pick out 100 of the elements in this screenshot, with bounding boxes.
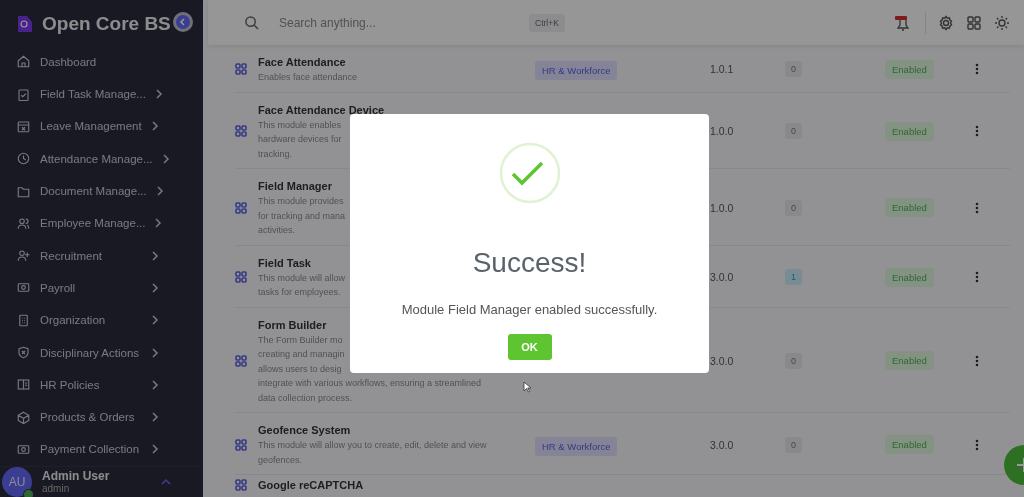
module-description: geofences.: [258, 453, 303, 467]
module-version: 1.0.0: [710, 125, 735, 138]
module-icon: [235, 125, 247, 138]
sidebar-item[interactable]: Dashboard: [0, 45, 203, 78]
usage-count: 1: [785, 269, 802, 285]
module-description: creating and managin: [258, 348, 345, 361]
module-version: 1.0.1: [710, 63, 735, 76]
sidebar-item[interactable]: Attendance Manage...: [0, 142, 203, 175]
chevron-icon: [151, 379, 159, 390]
module-description: hardware devices for: [258, 133, 342, 146]
status-tag: Enabled: [885, 121, 934, 141]
shortcut-hint: Ctrl+K: [529, 13, 565, 32]
more-icon[interactable]: [975, 271, 979, 283]
sun-icon[interactable]: [994, 14, 1010, 31]
module-name: Field Task: [258, 255, 311, 271]
module-version: 3.0.0: [710, 271, 735, 283]
sidebar-item[interactable]: Field Task Manage...: [0, 78, 203, 111]
module-icon: [235, 201, 247, 214]
module-description: tracking.: [258, 147, 292, 161]
sidebar-item[interactable]: Payroll: [0, 271, 203, 305]
module-name: Face Attendance: [258, 55, 346, 70]
chevron-icon: [151, 444, 159, 455]
module-icon: [235, 271, 247, 283]
module-description: allows users to desig: [258, 362, 342, 376]
user-plus-icon: [16, 248, 31, 264]
clipboard-icon: [16, 86, 31, 102]
search-icon: [244, 15, 259, 30]
checkmark-icon: [498, 142, 561, 204]
chevron-icon: [151, 250, 159, 261]
shield-icon: [16, 345, 31, 361]
settings-icon[interactable]: [938, 14, 954, 31]
module-icon: [235, 438, 247, 451]
sidebar-item[interactable]: Recruitment: [0, 239, 203, 272]
more-icon[interactable]: [975, 125, 979, 138]
chevron-icon: [151, 347, 159, 358]
module-version: 3.0.0: [710, 354, 735, 367]
ok-button[interactable]: OK: [507, 334, 552, 360]
more-icon[interactable]: [975, 354, 979, 367]
chevron-icon: [151, 121, 159, 132]
sidebar-item[interactable]: Organization: [0, 304, 203, 337]
sidebar-item[interactable]: Payment Collection: [0, 433, 203, 466]
logo-icon: [16, 14, 34, 35]
cursor-icon: [523, 381, 531, 393]
chevron-icon: [154, 89, 163, 100]
user-avatar[interactable]: AU: [2, 466, 32, 497]
dialog-message: Module Field Manager enabled successfully.: [401, 302, 658, 317]
status-tag: Enabled: [885, 435, 934, 454]
sidebar-item[interactable]: Employee Manage...: [0, 207, 203, 240]
chevron-icon: [161, 153, 170, 164]
user-role: admin: [42, 483, 71, 495]
module-name: Field Manager: [258, 179, 332, 194]
module-icon: [235, 63, 247, 76]
sidebar-item[interactable]: Leave Management: [0, 110, 203, 143]
chevron-icon: [155, 186, 164, 197]
chevron-left-icon: [179, 18, 187, 26]
box-icon: [16, 409, 31, 425]
sidebar-item[interactable]: Products & Orders: [0, 401, 203, 434]
users-icon: [16, 215, 31, 231]
module-description: activities.: [258, 224, 295, 237]
status-tag: Enabled: [885, 59, 934, 79]
grid-icon[interactable]: [966, 14, 982, 31]
module-description: This module will allow you to create, edit, delete and view: [258, 439, 487, 452]
more-icon[interactable]: [975, 201, 979, 214]
module-description: tasks for employees.: [258, 286, 341, 299]
module-name: Google reCAPTCHA: [258, 478, 364, 493]
module-description: This module enables: [258, 118, 342, 132]
chevron-icon: [151, 315, 159, 326]
chevron-icon: [151, 282, 159, 293]
dialog-title: Success!: [472, 247, 587, 279]
clock-icon: [16, 151, 31, 167]
module-version: 1.0.0: [710, 201, 735, 214]
module-name: Face Attendance Device: [258, 102, 385, 118]
calendar-icon: [16, 118, 31, 134]
more-icon[interactable]: [975, 438, 979, 451]
building-icon: [16, 312, 31, 328]
module-description: This module provides: [258, 195, 344, 208]
category-tag: HR & Workforce: [535, 61, 618, 81]
module-version: 3.0.0: [710, 438, 735, 451]
module-description: for tracking and mana: [258, 209, 346, 223]
more-icon[interactable]: [975, 63, 979, 76]
module-icon: [235, 354, 247, 367]
book-icon: [16, 377, 31, 393]
sidebar-item[interactable]: HR Policies: [0, 368, 203, 401]
sidebar-item[interactable]: Disciplinary Actions: [0, 336, 203, 369]
collapse-button[interactable]: [173, 12, 193, 32]
brand-name: Open Core BS: [42, 13, 171, 36]
sidebar-item[interactable]: Document Manage...: [0, 174, 203, 208]
module-icon: [235, 479, 247, 491]
module-description: Enables face attendance: [258, 71, 358, 84]
module-description: This module will allow: [258, 271, 346, 285]
chevron-icon: [154, 218, 163, 229]
module-name: Form Builder: [258, 317, 327, 333]
module-description: data collection process.: [258, 391, 353, 405]
module-name: Geofence System: [258, 423, 351, 438]
chevron-icon: [151, 412, 159, 423]
search-field[interactable]: Search anything...: [277, 14, 511, 31]
status-tag: Enabled: [885, 351, 934, 371]
home-icon: [16, 54, 31, 70]
status-tag: Enabled: [885, 267, 934, 287]
status-tag: Enabled: [885, 198, 934, 218]
